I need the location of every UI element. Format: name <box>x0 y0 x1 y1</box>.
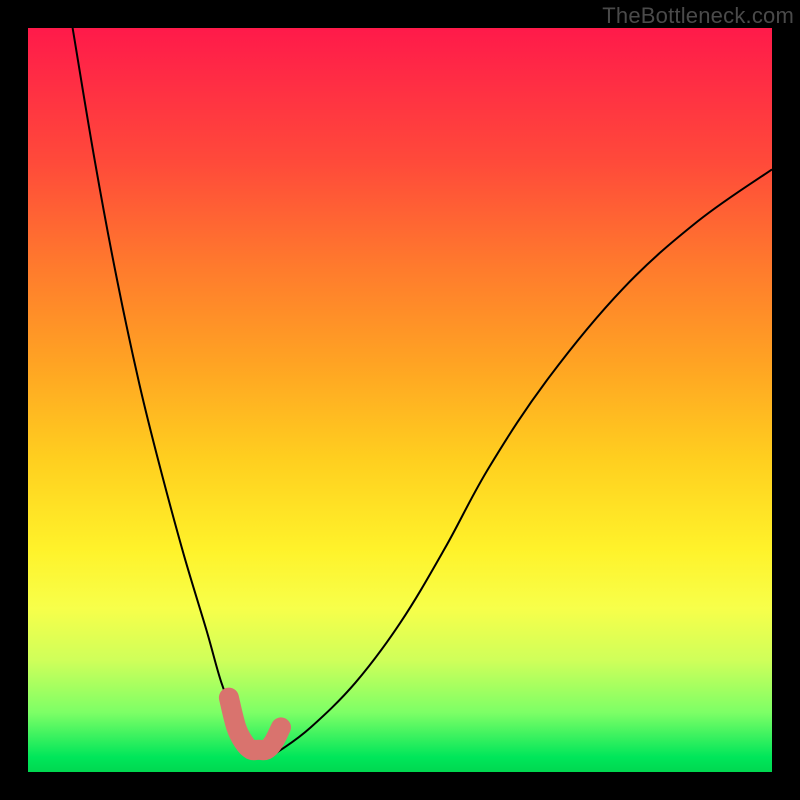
chart-frame: TheBottleneck.com <box>0 0 800 800</box>
watermark-text: TheBottleneck.com <box>602 3 794 29</box>
plot-area <box>28 28 772 772</box>
curve-svg <box>28 28 772 772</box>
optimal-zone-marker <box>229 698 281 751</box>
bottleneck-curve <box>73 28 772 757</box>
